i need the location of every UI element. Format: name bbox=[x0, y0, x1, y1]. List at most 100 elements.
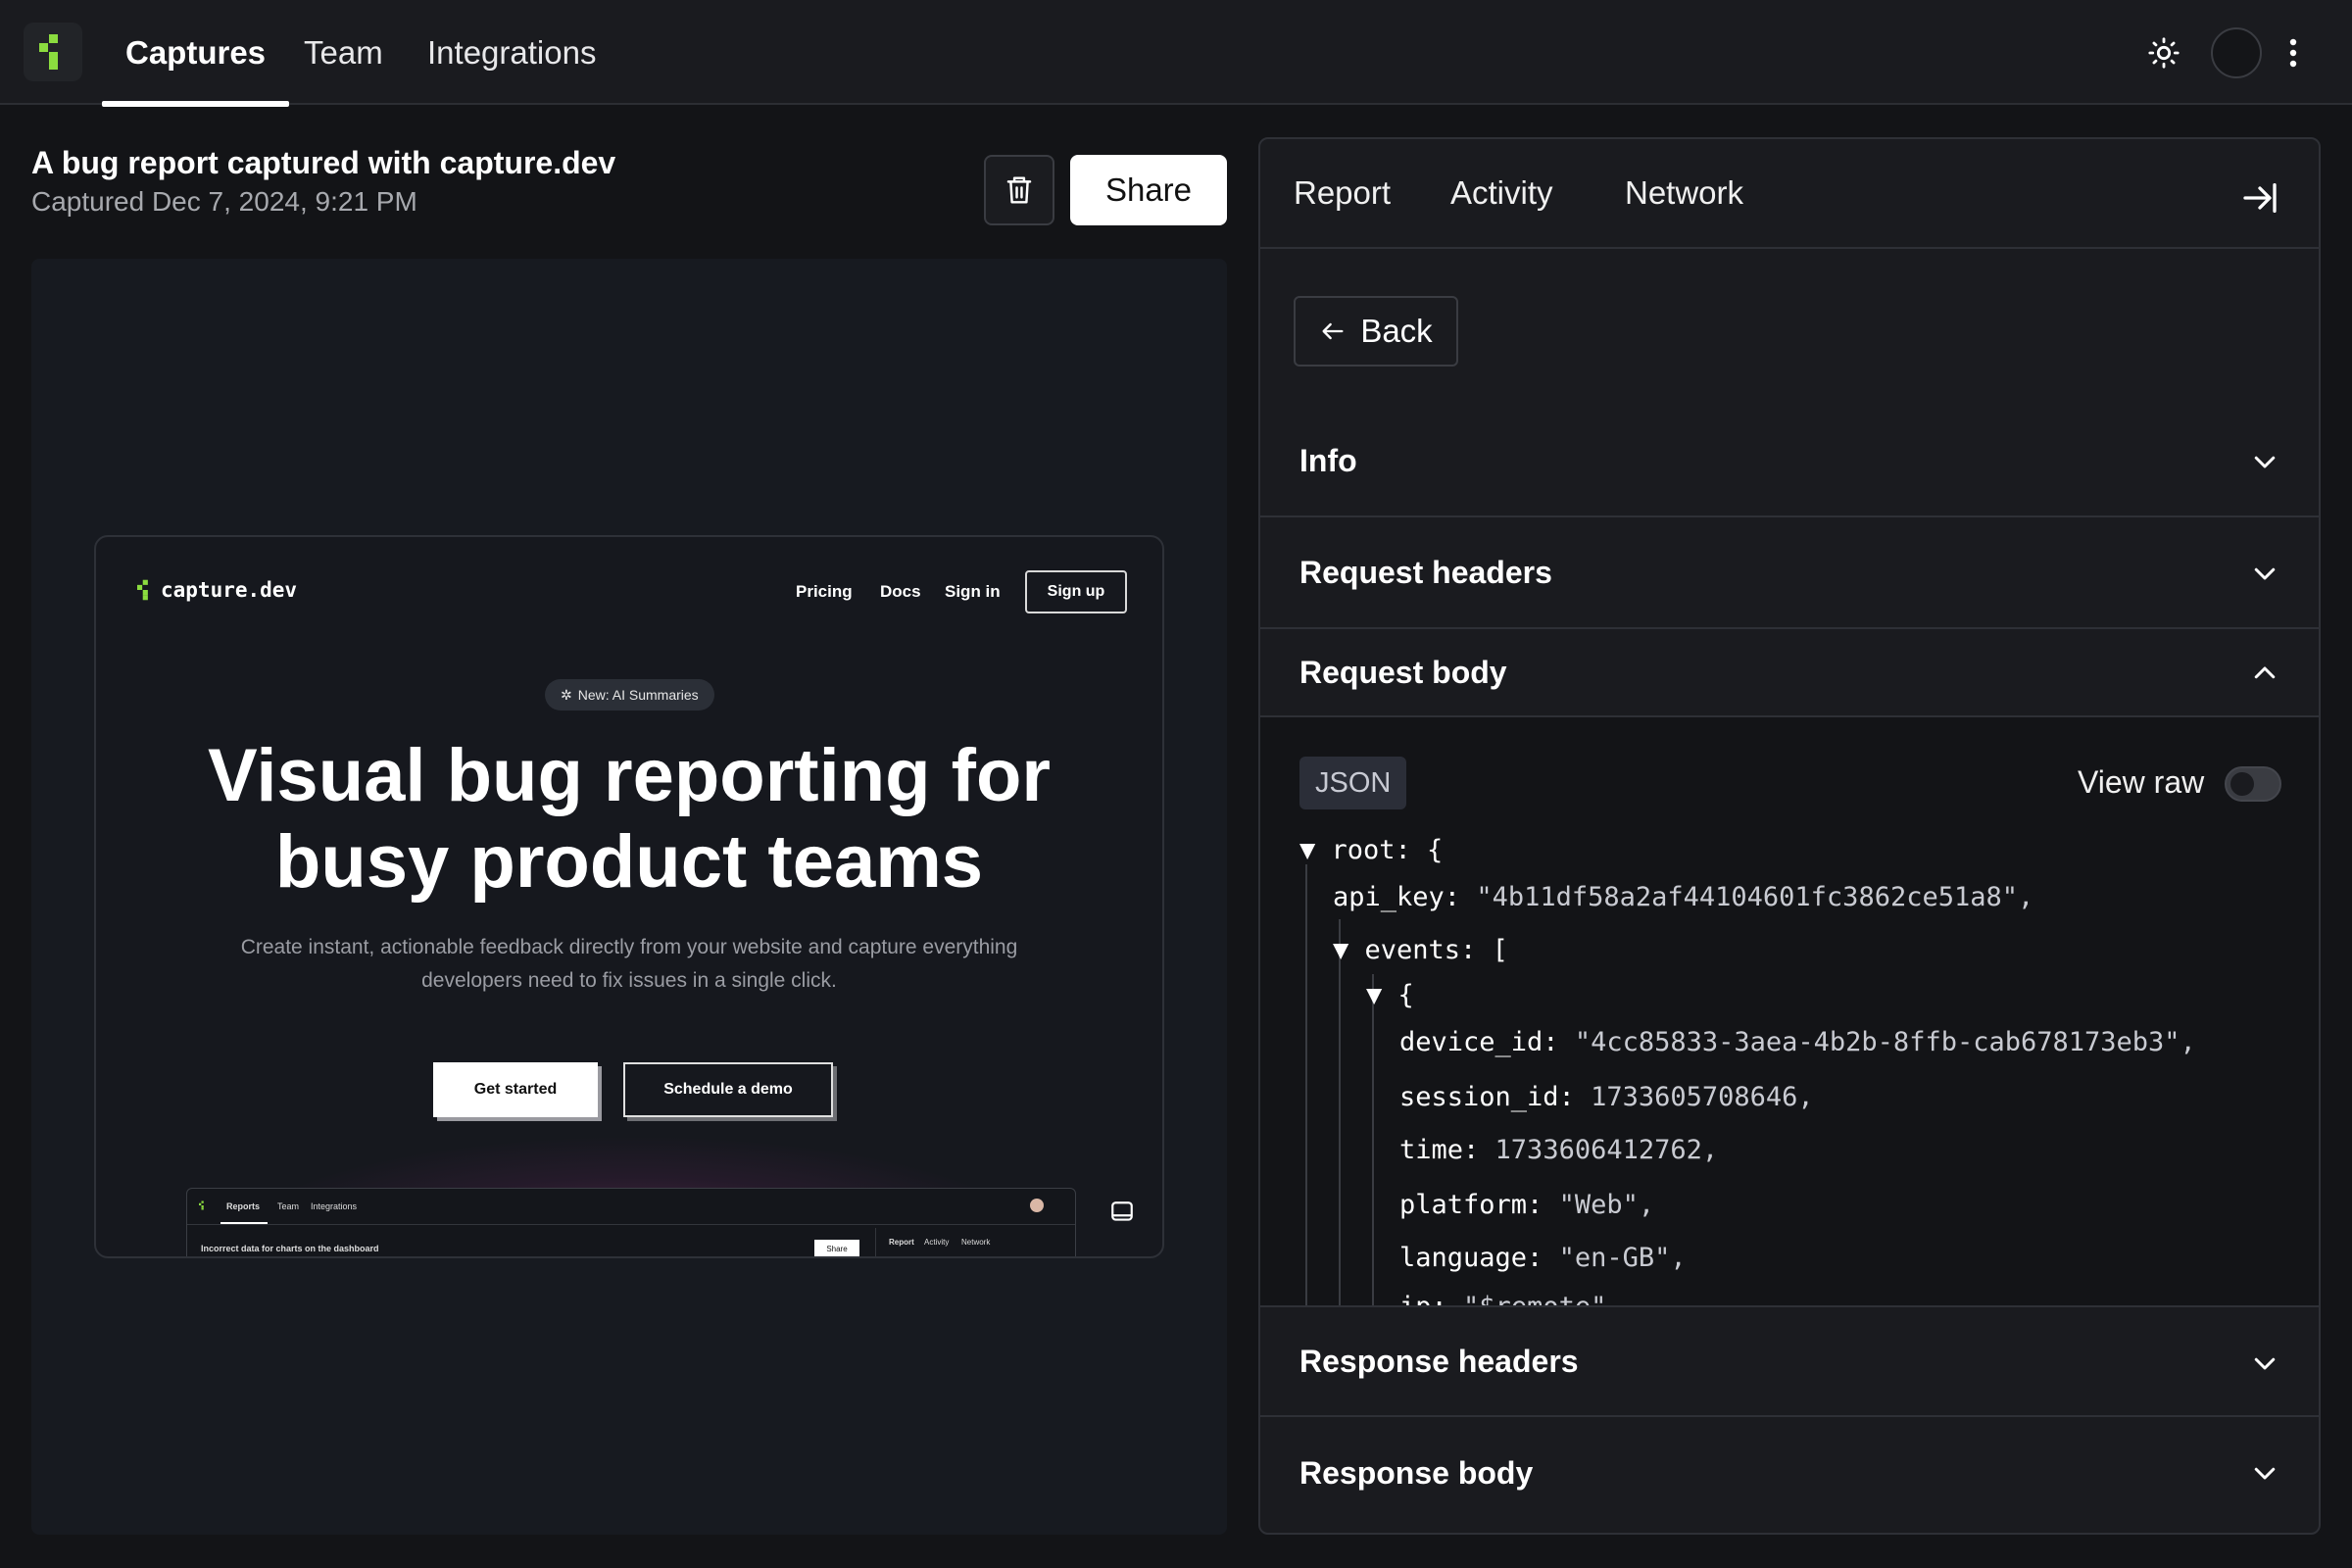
top-nav: Captures Team Integrations bbox=[0, 0, 2352, 107]
json-key: language: bbox=[1399, 1243, 1544, 1273]
tab-integrations[interactable]: Integrations bbox=[427, 0, 596, 105]
json-format-badge: JSON bbox=[1299, 757, 1407, 809]
json-key: time: bbox=[1399, 1135, 1480, 1165]
section-info[interactable]: Info bbox=[1260, 406, 2319, 517]
preview-get-started-button: Get started bbox=[433, 1062, 598, 1117]
mini-divider bbox=[187, 1224, 1075, 1225]
theme-toggle-button[interactable] bbox=[2136, 25, 2191, 80]
json-value: "4cc85833-3aea-4b2b-8ffb-cab678173eb3", bbox=[1574, 1027, 2196, 1057]
preview-nav-pricing: Pricing bbox=[796, 582, 853, 601]
sparkle-icon: ✲ bbox=[561, 686, 572, 703]
app-logo[interactable] bbox=[24, 23, 82, 81]
section-request-body-label: Request body bbox=[1299, 654, 1507, 690]
mini-panel-tab-activity: Activity bbox=[924, 1238, 950, 1247]
tab-activity[interactable]: Activity bbox=[1450, 174, 1553, 212]
chevron-down-icon bbox=[2254, 567, 2276, 580]
tab-report[interactable]: Report bbox=[1294, 174, 1391, 212]
section-request-headers-label: Request headers bbox=[1299, 554, 1552, 590]
json-line-api-key: api_key: "4b11df58a2af44104601fc3862ce51… bbox=[1333, 882, 2034, 912]
sun-icon bbox=[2148, 37, 2180, 69]
json-key: ip: bbox=[1399, 1292, 1447, 1305]
chevron-down-icon bbox=[2254, 456, 2276, 468]
expand-toggle-icon[interactable]: ▼ bbox=[1366, 980, 1398, 1010]
mini-panel-divider bbox=[875, 1228, 876, 1256]
preview-nav-docs: Docs bbox=[880, 582, 921, 601]
json-guide-line bbox=[1339, 919, 1341, 1305]
preview-signup-button: Sign up bbox=[1025, 570, 1127, 613]
capture-logo-icon bbox=[39, 34, 58, 70]
mini-avatar bbox=[1030, 1199, 1044, 1212]
json-key: root: bbox=[1331, 835, 1411, 865]
preview-headline-line1: Visual bug reporting for bbox=[208, 734, 1051, 817]
preview-nav-signin: Sign in bbox=[945, 582, 1001, 601]
section-response-headers[interactable]: Response headers bbox=[1260, 1305, 2319, 1417]
json-value: "4b11df58a2af44104601fc3862ce51a8", bbox=[1476, 882, 2034, 912]
arrow-left-icon bbox=[1322, 322, 1344, 340]
page-title: A bug report captured with capture.dev bbox=[31, 145, 616, 180]
capture-date: Captured Dec 7, 2024, 9:21 PM bbox=[31, 186, 417, 217]
preview-app-mockup: Reports Team Integrations Incorrect data… bbox=[186, 1188, 1076, 1256]
json-line-ip: ip: "$remote" bbox=[1399, 1292, 1606, 1305]
preview-headline: Visual bug reporting for busy product te… bbox=[96, 733, 1162, 906]
preview-subtitle-line2: developers need to fix issues in a singl… bbox=[421, 969, 837, 992]
chevron-down-icon bbox=[2254, 1357, 2276, 1370]
expand-toggle-icon[interactable]: ▼ bbox=[1299, 835, 1332, 865]
json-value: 1733605708646, bbox=[1591, 1082, 1814, 1112]
mini-tab-reports: Reports bbox=[226, 1201, 261, 1211]
mini-title: Incorrect data for charts on the dashboa… bbox=[201, 1244, 379, 1253]
mini-share-button: Share bbox=[814, 1240, 859, 1256]
section-request-body[interactable]: Request body bbox=[1260, 629, 2319, 717]
preview-logo: capture.dev bbox=[137, 578, 297, 602]
view-raw-toggle[interactable] bbox=[2225, 766, 2281, 802]
json-line-platform: platform: "Web", bbox=[1399, 1190, 1654, 1220]
request-body-content: JSON View raw ▼ root: { api_key: "4b11df… bbox=[1260, 717, 2319, 1305]
json-events-line: ▼ events: [ bbox=[1333, 935, 1508, 965]
json-key: platform: bbox=[1399, 1190, 1544, 1220]
delete-button[interactable] bbox=[984, 155, 1054, 225]
captured-screenshot: capture.dev Pricing Docs Sign in Sign up… bbox=[94, 535, 1164, 1258]
json-value: "$remote" bbox=[1463, 1292, 1606, 1305]
preview-schedule-demo-button: Schedule a demo bbox=[623, 1062, 833, 1117]
section-response-body-label: Response body bbox=[1299, 1454, 1534, 1491]
json-line-session-id: session_id: 1733605708646, bbox=[1399, 1082, 1814, 1112]
preview-subtitle: Create instant, actionable feedback dire… bbox=[194, 931, 1064, 998]
trash-icon bbox=[1006, 176, 1032, 204]
mini-panel-tab-network: Network bbox=[961, 1238, 991, 1247]
json-key: session_id: bbox=[1399, 1082, 1575, 1112]
json-guide-line bbox=[1372, 974, 1374, 1305]
json-value: "Web", bbox=[1558, 1190, 1655, 1220]
preview-logo-text: capture.dev bbox=[161, 578, 298, 602]
json-root-line: ▼ root: { bbox=[1299, 835, 1444, 865]
collapse-panel-icon[interactable] bbox=[2240, 178, 2279, 218]
section-request-headers[interactable]: Request headers bbox=[1260, 517, 2319, 629]
mini-tab-integrations: Integrations bbox=[311, 1201, 358, 1211]
preview-badge-text: New: AI Summaries bbox=[577, 687, 699, 703]
tab-team[interactable]: Team bbox=[304, 0, 383, 105]
chat-widget-icon bbox=[1111, 1201, 1133, 1221]
json-value: 1733606412762, bbox=[1494, 1135, 1719, 1165]
json-guide-line bbox=[1305, 864, 1307, 1305]
back-label: Back bbox=[1360, 313, 1433, 349]
tabs-divider bbox=[1260, 247, 2319, 249]
chevron-down-icon bbox=[2254, 1467, 2276, 1480]
tab-network[interactable]: Network bbox=[1625, 174, 1743, 212]
preview-subtitle-line1: Create instant, actionable feedback dire… bbox=[240, 936, 1018, 958]
json-key: device_id: bbox=[1399, 1027, 1559, 1057]
json-line-time: time: 1733606412762, bbox=[1399, 1135, 1718, 1165]
share-button[interactable]: Share bbox=[1070, 155, 1227, 225]
mini-tab-team: Team bbox=[277, 1201, 300, 1211]
more-menu-button[interactable] bbox=[2266, 25, 2321, 80]
tab-captures[interactable]: Captures bbox=[101, 0, 290, 107]
section-response-body[interactable]: Response body bbox=[1260, 1417, 2319, 1529]
back-button[interactable]: Back bbox=[1294, 296, 1458, 367]
capture-logo-icon bbox=[199, 1200, 204, 1210]
expand-toggle-icon[interactable]: ▼ bbox=[1333, 935, 1365, 965]
avatar[interactable] bbox=[2211, 27, 2262, 78]
json-line-language: language: "en-GB", bbox=[1399, 1243, 1687, 1273]
mini-panel-tab-report: Report bbox=[889, 1238, 914, 1247]
json-line-device-id: device_id: "4cc85833-3aea-4b2b-8ffb-cab6… bbox=[1399, 1027, 2196, 1057]
details-panel: Report Activity Network Back Info Reques… bbox=[1258, 137, 2321, 1535]
preview-badge: ✲ New: AI Summaries bbox=[545, 679, 714, 710]
chevron-up-icon bbox=[2254, 666, 2276, 679]
section-response-headers-label: Response headers bbox=[1299, 1343, 1579, 1379]
